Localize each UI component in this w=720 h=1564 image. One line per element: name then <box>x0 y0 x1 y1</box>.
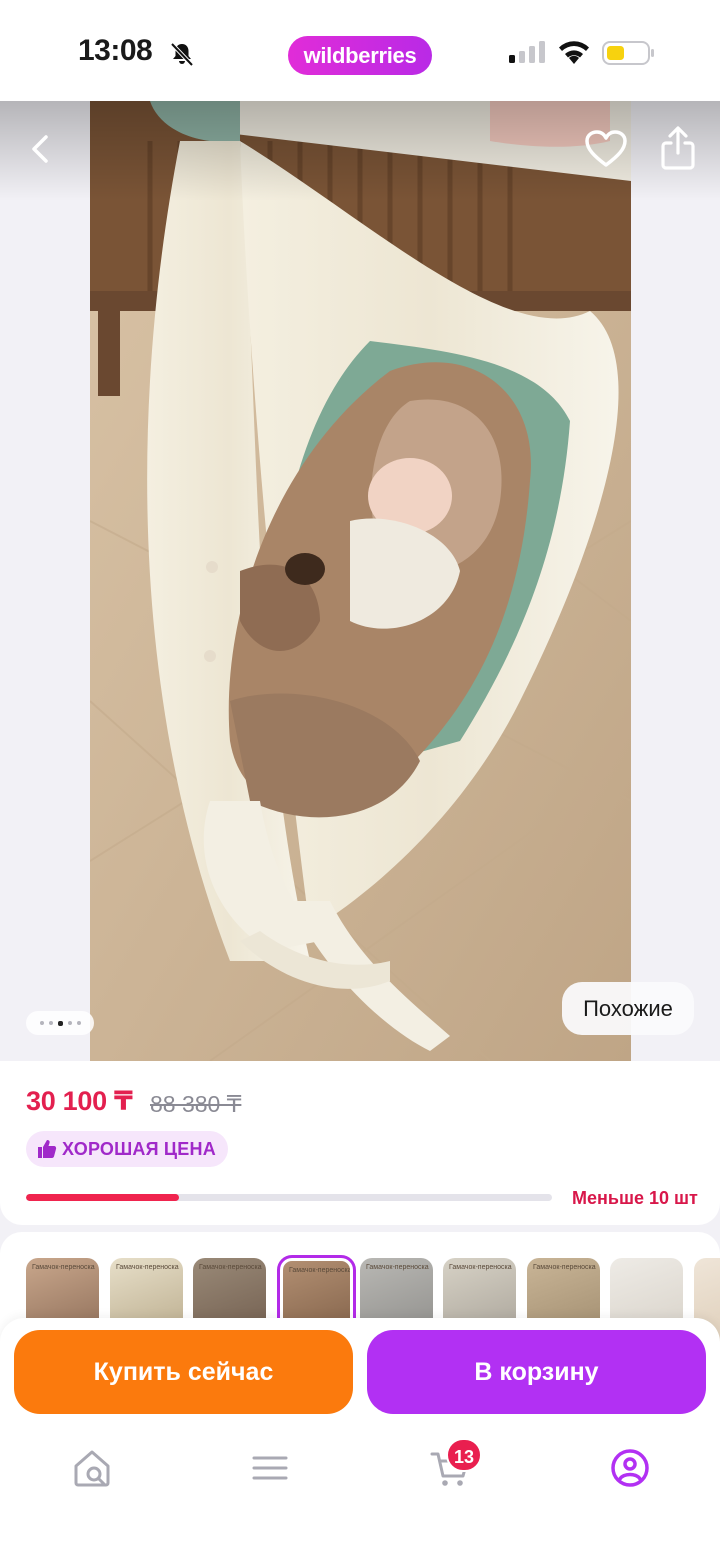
stock-progress-bar <box>26 1194 552 1201</box>
page-dot <box>76 1021 81 1025</box>
thumbnail-caption: Гамачок-переноска <box>32 1264 95 1271</box>
similar-button[interactable]: Похожие <box>562 982 694 1035</box>
good-price-label: ХОРОШАЯ ЦЕНА <box>62 1138 216 1159</box>
page-dot <box>39 1021 44 1025</box>
cellular-signal-icon <box>509 41 545 63</box>
buy-now-button[interactable]: Купить сейчас <box>14 1330 353 1414</box>
thumbs-up-icon <box>38 1140 57 1158</box>
stock-progress-fill <box>26 1194 179 1201</box>
product-gallery[interactable]: Похожие <box>0 101 720 1061</box>
menu-icon[interactable] <box>248 1446 292 1490</box>
status-time: 13:08 <box>78 34 153 67</box>
thumbnail-caption: Гамачок-переноска <box>199 1264 262 1271</box>
wifi-icon <box>559 41 589 64</box>
thumbnail-caption: Гамачок-переноска <box>449 1264 512 1271</box>
tab-bar <box>0 1438 720 1498</box>
thumbnail-caption: Гамачок-переноска <box>116 1264 179 1271</box>
wildberries-logo[interactable]: wildberries <box>288 36 432 75</box>
thumbnail-caption: Гамачок-переноска <box>289 1267 352 1274</box>
add-to-cart-button[interactable]: В корзину <box>367 1330 706 1414</box>
battery-low-icon <box>602 41 654 65</box>
share-icon[interactable] <box>658 125 698 171</box>
thumbnail-caption: Гамачок-переноска <box>533 1264 596 1271</box>
page-dot <box>67 1021 72 1025</box>
page-dot-active <box>57 1020 63 1026</box>
page-dot <box>48 1021 53 1025</box>
good-price-badge[interactable]: ХОРОШАЯ ЦЕНА <box>26 1131 228 1167</box>
thumbnail-caption: Гамачок-переноска <box>366 1264 429 1271</box>
product-photo[interactable] <box>90 101 631 1061</box>
page-indicator <box>26 1011 94 1035</box>
home-search-icon[interactable] <box>70 1446 114 1490</box>
bell-slash-icon <box>170 42 194 67</box>
cart-count-badge: 13 <box>446 1438 482 1472</box>
chevron-left-icon[interactable] <box>24 131 60 167</box>
heart-icon[interactable] <box>584 129 628 169</box>
bottom-panel: Купить сейчас В корзину <box>0 1318 720 1564</box>
status-bar: 13:08 wildberries <box>0 0 720 101</box>
price-card: 30 100 ₸ 88 380 ₸ ХОРОШАЯ ЦЕНА Меньше 10… <box>0 1061 720 1225</box>
stock-text: Меньше 10 шт <box>572 1188 698 1208</box>
old-price: 88 380 ₸ <box>150 1091 242 1117</box>
profile-icon[interactable] <box>608 1446 652 1490</box>
current-price: 30 100 ₸ <box>26 1086 133 1116</box>
